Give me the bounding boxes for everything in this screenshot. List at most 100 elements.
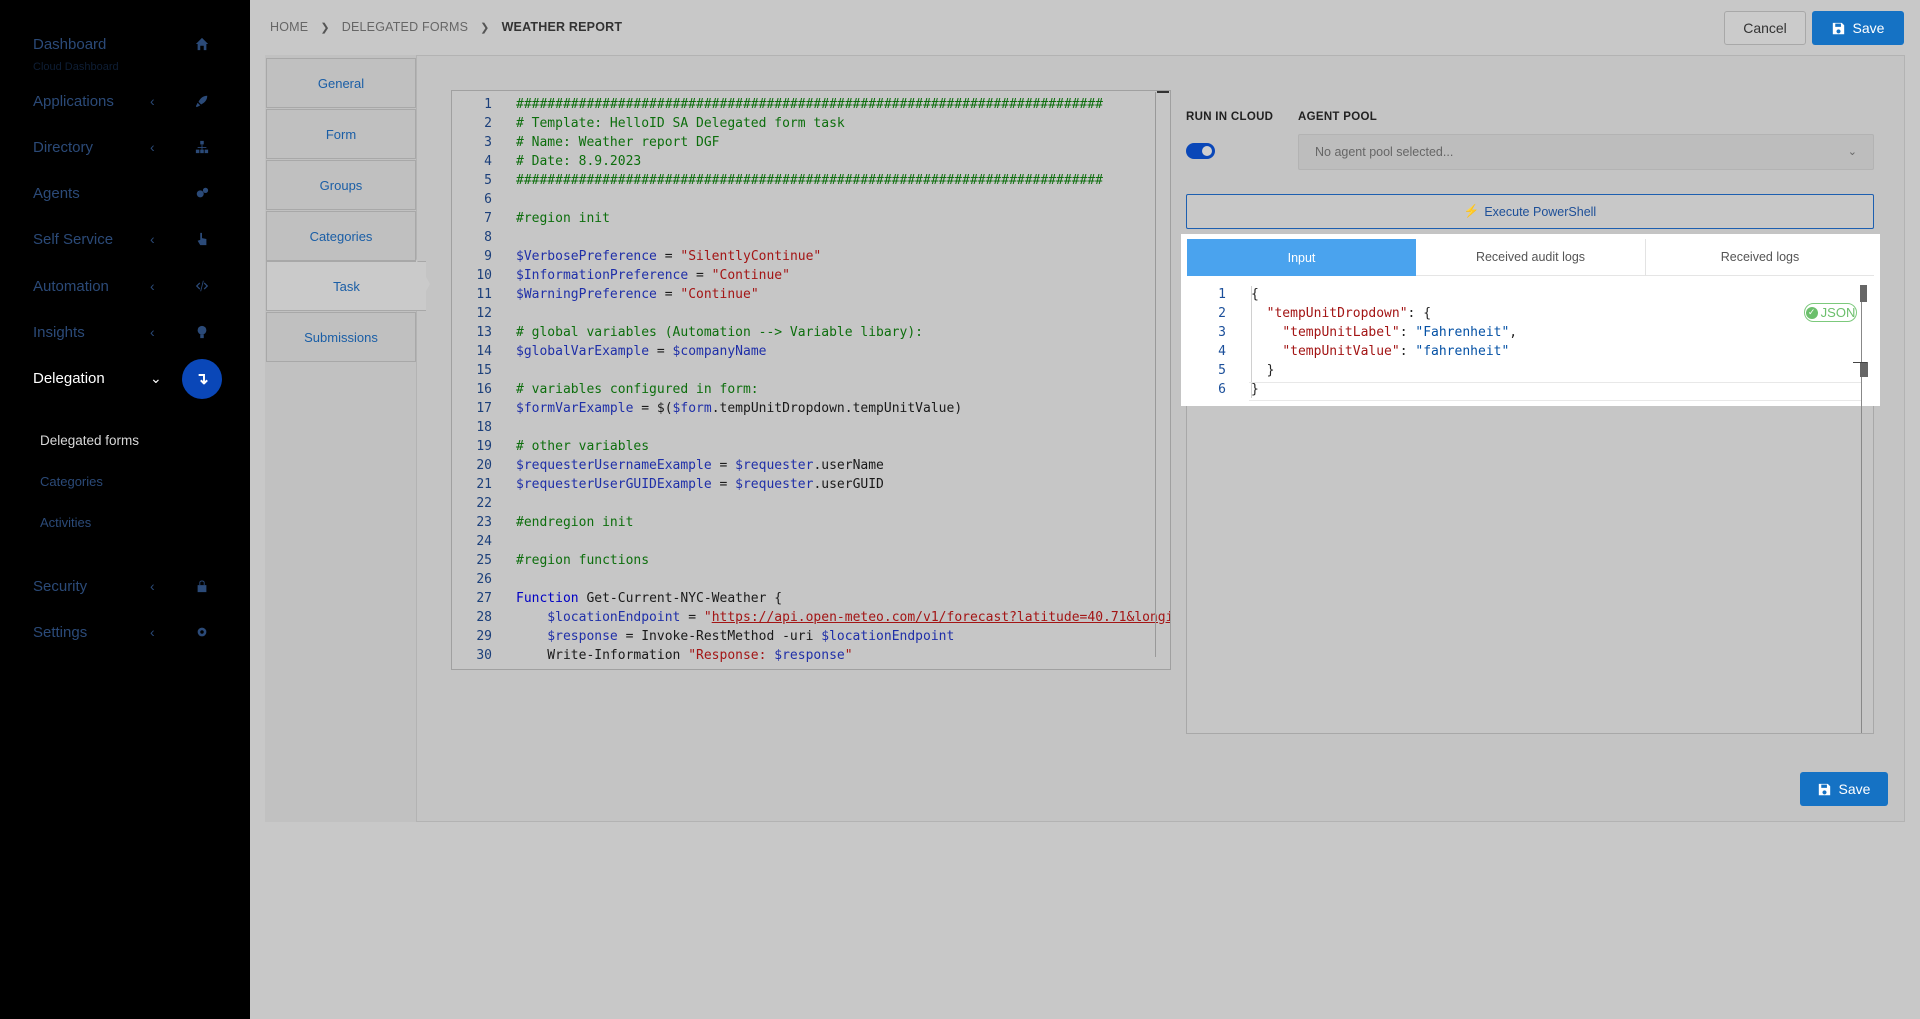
json-text: {	[1251, 287, 1259, 302]
tab-categories[interactable]: Categories	[266, 211, 416, 261]
tab-received-logs[interactable]: Received logs	[1646, 239, 1874, 276]
chevron-down-icon: ⌄	[1847, 146, 1857, 158]
sidebar-item-applications[interactable]: Applications ‹	[0, 81, 250, 121]
code-text: $formVarExample = $($form.tempUnitDropdo…	[516, 401, 963, 416]
sidebar-item-label: Delegation	[33, 369, 105, 387]
json-line: 6}	[1186, 380, 1858, 399]
rocket-icon	[193, 92, 211, 110]
json-scrollbar-track[interactable]	[1861, 285, 1862, 733]
bottom-save-button[interactable]: Save	[1800, 772, 1888, 806]
chevron-right-icon: ❯	[480, 21, 490, 34]
json-scrollbar-thumb[interactable]	[1860, 285, 1867, 302]
sidebar-item-label: Settings	[33, 623, 88, 641]
editor-margin-line	[1155, 92, 1156, 657]
sidebar-item-label: Insights	[33, 323, 85, 341]
sidebar-subitem-activities[interactable]: Activities	[40, 515, 91, 530]
tab-groups[interactable]: Groups	[266, 160, 416, 210]
json-text: }	[1251, 382, 1259, 397]
code-text: #endregion init	[516, 515, 634, 530]
code-text: Write-Information "Response: $response"	[516, 648, 853, 663]
sidebar-subitem-categories[interactable]: Categories	[40, 474, 103, 489]
tab-form[interactable]: Form	[266, 109, 416, 159]
save-button[interactable]: Save	[1812, 11, 1904, 45]
line-number: 4	[484, 154, 492, 169]
code-text: #region init	[516, 211, 610, 226]
chevron-left-icon: ‹	[150, 139, 155, 155]
line-number: 18	[476, 420, 492, 435]
sidebar-item-directory[interactable]: Directory ‹	[0, 127, 250, 167]
line-number: 24	[476, 534, 492, 549]
code-text: # Name: Weather report DGF	[516, 135, 720, 150]
agent-pool-select[interactable]: No agent pool selected... ⌄	[1298, 134, 1874, 170]
line-number: 6	[1218, 382, 1226, 397]
agent-pool-label: AGENT POOL	[1298, 111, 1378, 123]
code-text: # Date: 8.9.2023	[516, 154, 642, 169]
code-text: # other variables	[516, 439, 650, 454]
tab-input[interactable]: Input	[1187, 239, 1416, 276]
chevron-down-icon: ⌄	[150, 369, 162, 386]
chevron-left-icon: ‹	[150, 231, 155, 247]
sidebar-item-self-service[interactable]: Self Service ‹	[0, 219, 250, 259]
line-number: 5	[1218, 363, 1226, 378]
json-scrollbar-marker	[1853, 362, 1868, 377]
code-icon	[193, 277, 211, 295]
sidebar-item-automation[interactable]: Automation ‹	[0, 266, 250, 306]
breadcrumb-home[interactable]: HOME	[270, 20, 308, 34]
line-number: 30	[476, 648, 492, 663]
active-tab-arrow	[416, 259, 430, 309]
sidebar-item-label: Automation	[33, 277, 109, 295]
code-text: $locationEndpoint = "https://api.open-me…	[516, 610, 1170, 625]
code-text: # Template: HelloID SA Delegated form ta…	[516, 116, 845, 131]
line-number: 13	[476, 325, 492, 340]
cancel-button[interactable]: Cancel	[1724, 11, 1806, 45]
line-number: 21	[476, 477, 492, 492]
sidebar-item-label: Self Service	[33, 230, 114, 248]
execute-powershell-label: Execute PowerShell	[1484, 204, 1597, 219]
run-in-cloud-toggle[interactable]	[1186, 143, 1215, 159]
sidebar-item-settings[interactable]: Settings ‹	[0, 612, 250, 652]
delegation-icon: ↴	[182, 359, 222, 399]
code-text: $InformationPreference = "Continue"	[516, 268, 790, 283]
sidebar-item-label: Directory	[33, 138, 94, 156]
line-number: 20	[476, 458, 492, 473]
json-text: }	[1251, 363, 1275, 378]
line-number: 6	[484, 192, 492, 207]
line-number: 23	[476, 515, 492, 530]
breadcrumb-section[interactable]: DELEGATED FORMS	[342, 20, 468, 34]
line-number: 1	[484, 97, 492, 112]
tab-general[interactable]: General	[266, 58, 416, 108]
code-text: $requesterUserGUIDExample = $requester.u…	[516, 477, 884, 492]
check-circle-icon: ✓	[1805, 306, 1818, 319]
line-number: 10	[476, 268, 492, 283]
line-number: 15	[476, 363, 492, 378]
tab-submissions[interactable]: Submissions	[266, 312, 416, 362]
line-number: 22	[476, 496, 492, 511]
code-text: Function Get-Current-NYC-Weather {	[516, 591, 783, 606]
line-number: 1	[1218, 287, 1226, 302]
code-text: $requesterUsernameExample = $requester.u…	[516, 458, 884, 473]
chevron-right-icon: ❯	[320, 21, 330, 34]
powershell-code-editor[interactable]: 1 #######################################…	[451, 90, 1171, 670]
tab-task[interactable]: Task	[266, 261, 426, 311]
line-number: 8	[484, 230, 492, 245]
line-number: 7	[484, 211, 492, 226]
lightbulb-icon	[193, 323, 211, 341]
editor-scrollbar-thumb[interactable]	[1157, 91, 1169, 93]
chevron-left-icon: ‹	[150, 93, 155, 109]
code-text: # variables configured in form:	[516, 382, 759, 397]
sidebar-item-agents[interactable]: Agents	[0, 173, 250, 213]
execute-powershell-button[interactable]: ⚡ Execute PowerShell	[1186, 194, 1874, 229]
sidebar-subitem-delegated-forms[interactable]: Delegated forms	[40, 433, 139, 448]
code-text: ########################################…	[516, 97, 1103, 112]
json-valid-badge: ✓ JSON	[1804, 303, 1857, 322]
tab-received-audit-logs[interactable]: Received audit logs	[1416, 239, 1645, 276]
sidebar-item-insights[interactable]: Insights ‹	[0, 312, 250, 352]
lock-icon	[193, 577, 211, 595]
json-input-editor[interactable]: 1{2 "tempUnitDropdown": {3 "tempUnitLabe…	[1186, 285, 1858, 400]
sidebar-item-dashboard[interactable]: Dashboard	[0, 24, 250, 64]
sidebar-item-label: Applications	[33, 92, 114, 110]
sidebar-item-label: Dashboard	[33, 35, 107, 53]
save-icon	[1818, 783, 1830, 795]
sidebar-item-security[interactable]: Security ‹	[0, 566, 250, 606]
line-number: 12	[476, 306, 492, 321]
